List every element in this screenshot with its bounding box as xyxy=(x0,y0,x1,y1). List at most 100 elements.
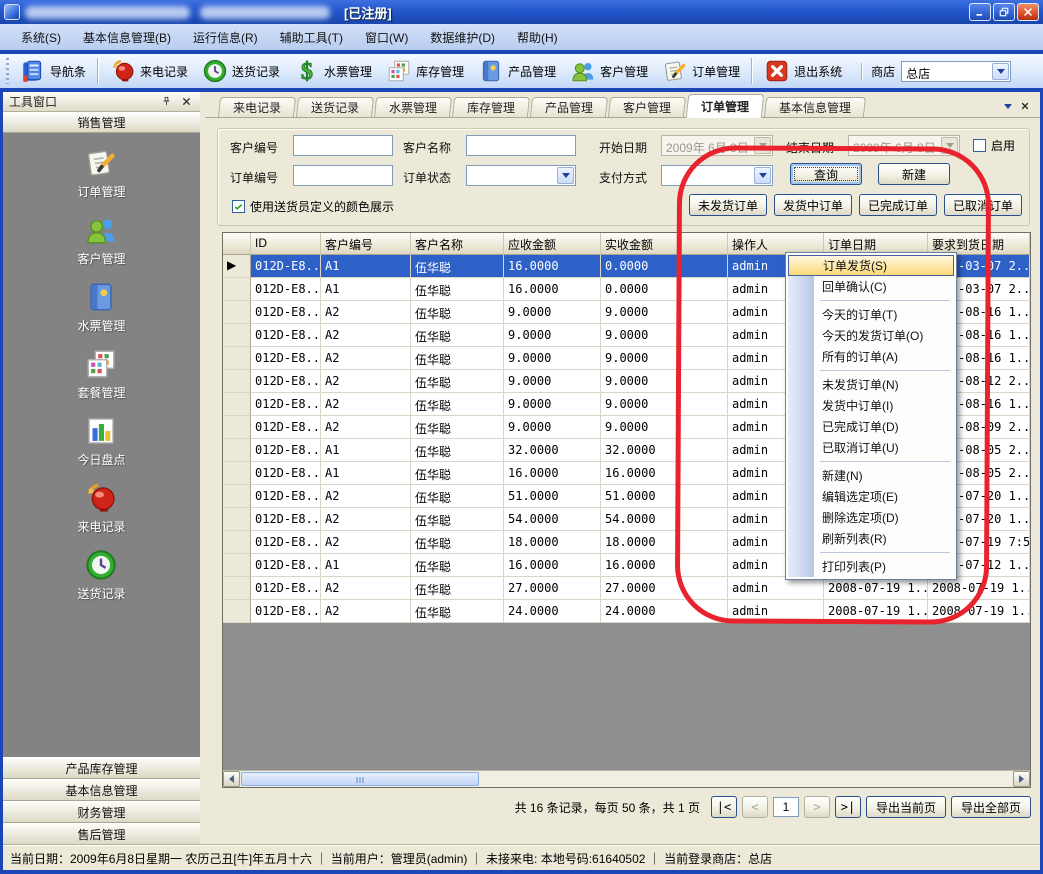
export-all-pages-button[interactable]: 导出全部页 xyxy=(951,796,1031,818)
row-selector[interactable] xyxy=(223,508,251,531)
row-selector[interactable]: ▶ xyxy=(223,255,251,278)
column-header[interactable]: 客户编号 xyxy=(321,233,411,255)
context-menu-item[interactable]: 发货中订单(I) xyxy=(788,395,954,416)
sidebar-item[interactable]: 套餐管理 xyxy=(77,347,125,401)
row-selector[interactable] xyxy=(223,278,251,301)
sidebar-item[interactable]: 水票管理 xyxy=(77,280,125,334)
toolbar-button[interactable]: 退出系统 xyxy=(757,56,849,86)
menu-item[interactable]: 基本信息管理(B) xyxy=(72,25,182,50)
scroll-left-button[interactable] xyxy=(223,771,240,787)
toolbar-button[interactable]: 订单管理 xyxy=(655,56,747,86)
close-icon[interactable] xyxy=(178,95,194,109)
row-selector[interactable] xyxy=(223,324,251,347)
first-page-button[interactable]: |< xyxy=(711,796,737,818)
context-menu-item[interactable]: 刷新列表(R) xyxy=(788,528,954,549)
row-selector[interactable] xyxy=(223,600,251,623)
menu-item[interactable]: 辅助工具(T) xyxy=(269,25,354,50)
next-page-button[interactable]: > xyxy=(804,796,830,818)
shop-combobox[interactable]: 总店 xyxy=(901,61,1011,82)
customer-name-input[interactable] xyxy=(466,135,576,156)
restore-button[interactable] xyxy=(993,3,1015,21)
toolbar-button[interactable]: 送货记录 xyxy=(195,56,287,86)
menu-item[interactable]: 窗口(W) xyxy=(354,25,419,50)
toolbar-button[interactable]: 水票管理 xyxy=(287,56,379,86)
horizontal-scrollbar[interactable] xyxy=(223,770,1030,787)
row-selector[interactable] xyxy=(223,301,251,324)
sidebar-group[interactable]: 财务管理 xyxy=(3,801,200,823)
pin-icon[interactable] xyxy=(158,95,174,109)
sidebar-group[interactable]: 售后管理 xyxy=(3,823,200,845)
table-row[interactable]: 012D-E8... A2 伍华聪 24.0000 24.0000 admin … xyxy=(223,600,1030,623)
column-header[interactable]: 实收金额 xyxy=(601,233,728,255)
context-menu-item[interactable]: 已完成订单(D) xyxy=(788,416,954,437)
tab[interactable]: 来电记录 xyxy=(218,97,296,117)
sidebar-group[interactable]: 产品库存管理 xyxy=(3,757,200,779)
order-status-filter-button[interactable]: 已完成订单 xyxy=(859,194,937,216)
menu-item[interactable]: 运行信息(R) xyxy=(182,25,269,50)
row-selector[interactable] xyxy=(223,577,251,600)
customer-no-input[interactable] xyxy=(293,135,393,156)
sidebar-group[interactable]: 基本信息管理 xyxy=(3,779,200,801)
sidebar-item[interactable]: 送货记录 xyxy=(77,548,125,602)
context-menu-item[interactable]: 今天的订单(T) xyxy=(788,304,954,325)
context-menu-item[interactable]: 编辑选定项(E) xyxy=(788,486,954,507)
tab[interactable]: 订单管理 xyxy=(686,94,765,118)
menu-item[interactable]: 帮助(H) xyxy=(506,25,569,50)
tab[interactable]: 基本信息管理 xyxy=(764,97,866,117)
page-number-input[interactable] xyxy=(773,797,799,817)
close-button[interactable] xyxy=(1017,3,1039,21)
context-menu-item[interactable] xyxy=(788,297,954,304)
column-header[interactable]: 应收金额 xyxy=(504,233,601,255)
row-selector[interactable] xyxy=(223,485,251,508)
payment-combobox[interactable] xyxy=(661,165,773,186)
last-page-button[interactable]: >| xyxy=(835,796,861,818)
sidebar-item[interactable]: 订单管理 xyxy=(77,146,125,200)
chevron-down-icon[interactable] xyxy=(992,63,1009,80)
tab[interactable]: 客户管理 xyxy=(608,97,686,117)
context-menu-item[interactable]: 删除选定项(D) xyxy=(788,507,954,528)
context-menu-item[interactable] xyxy=(788,458,954,465)
query-button[interactable]: 查询 xyxy=(790,163,862,185)
row-selector[interactable] xyxy=(223,416,251,439)
toolbar-button[interactable]: 来电记录 xyxy=(103,56,195,86)
new-button[interactable]: 新建 xyxy=(878,163,950,185)
sidebar-item[interactable]: 今日盘点 xyxy=(77,414,125,468)
end-date-picker[interactable]: 2009年 6月 8日 xyxy=(848,135,960,156)
export-current-page-button[interactable]: 导出当前页 xyxy=(866,796,946,818)
order-status-filter-button[interactable]: 未发货订单 xyxy=(689,194,767,216)
context-menu-item[interactable] xyxy=(788,549,954,556)
order-no-input[interactable] xyxy=(293,165,393,186)
tab-list-dropdown-icon[interactable] xyxy=(1004,104,1012,109)
tab[interactable]: 水票管理 xyxy=(374,97,452,117)
sidebar-item[interactable]: 来电记录 xyxy=(77,481,125,535)
toolbar-button[interactable]: 客户管理 xyxy=(563,56,655,86)
toolbar-grip[interactable] xyxy=(6,58,9,84)
color-checkbox[interactable] xyxy=(232,200,245,213)
order-status-combobox[interactable] xyxy=(466,165,576,186)
chevron-down-icon[interactable] xyxy=(754,167,771,184)
context-menu-item[interactable]: 今天的发货订单(O) xyxy=(788,325,954,346)
menu-item[interactable]: 系统(S) xyxy=(10,25,72,50)
context-menu-item[interactable]: 新建(N) xyxy=(788,465,954,486)
scroll-right-button[interactable] xyxy=(1013,771,1030,787)
scrollbar-thumb[interactable] xyxy=(241,772,479,786)
context-menu-item[interactable]: 订单发货(S) xyxy=(788,255,954,276)
tab-close-icon[interactable] xyxy=(1020,101,1030,111)
minimize-button[interactable] xyxy=(969,3,991,21)
prev-page-button[interactable]: < xyxy=(742,796,768,818)
row-selector[interactable] xyxy=(223,531,251,554)
context-menu-item[interactable]: 回单确认(C) xyxy=(788,276,954,297)
context-menu-item[interactable] xyxy=(788,367,954,374)
sidebar-group-sales[interactable]: 销售管理 xyxy=(3,112,200,133)
tab[interactable]: 送货记录 xyxy=(296,97,374,117)
toolbar-button[interactable]: 库存管理 xyxy=(379,56,471,86)
row-selector[interactable] xyxy=(223,370,251,393)
tab[interactable]: 库存管理 xyxy=(452,97,530,117)
row-selector[interactable] xyxy=(223,439,251,462)
column-header[interactable]: ID xyxy=(251,233,321,255)
start-date-picker[interactable]: 2009年 6月 8日 xyxy=(661,135,773,156)
toolbar-button[interactable]: 产品管理 xyxy=(471,56,563,86)
row-selector[interactable] xyxy=(223,554,251,577)
column-header[interactable]: 客户名称 xyxy=(411,233,504,255)
order-status-filter-button[interactable]: 已取消订单 xyxy=(944,194,1022,216)
